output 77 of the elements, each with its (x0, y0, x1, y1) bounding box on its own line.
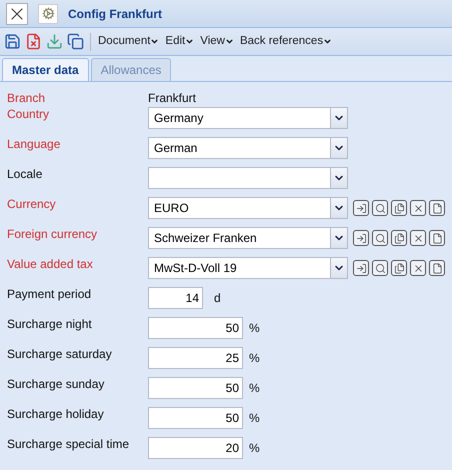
close-button[interactable] (410, 260, 426, 276)
search-icon (374, 232, 386, 244)
copy-button[interactable] (391, 260, 407, 276)
close-icon (412, 232, 424, 244)
close-button[interactable] (410, 230, 426, 246)
field-label: Country (7, 107, 50, 121)
field-label: Surcharge special time (7, 437, 130, 451)
number-field[interactable]: 50 (148, 317, 243, 339)
copy-icon (394, 262, 404, 274)
gears-icon (42, 7, 54, 20)
select-field[interactable] (148, 167, 348, 189)
document-button[interactable] (429, 230, 445, 246)
import-button[interactable] (353, 260, 369, 276)
document-icon (432, 202, 442, 214)
copy-button[interactable] (391, 230, 407, 246)
search-button[interactable] (372, 260, 388, 276)
document-icon (432, 262, 442, 274)
delete-icon[interactable] (25, 33, 42, 50)
select-field[interactable]: MwSt-D-Voll 19 (148, 257, 348, 279)
field-label: Foreign currency (7, 227, 98, 241)
import-button[interactable] (353, 200, 369, 216)
field-label: Language (7, 137, 62, 151)
unit-label: % (249, 380, 260, 397)
field-value: Frankfurt (148, 91, 196, 105)
import-icon (356, 202, 366, 214)
field-label: Surcharge holiday (7, 407, 105, 421)
unit-label: d (214, 290, 221, 307)
field-label: Currency (7, 197, 57, 211)
close-button[interactable] (6, 2, 28, 24)
tab[interactable]: Master data (2, 58, 89, 81)
select-field[interactable]: German (148, 137, 348, 159)
caret-icon (224, 37, 234, 46)
field-label: Branch (7, 91, 46, 105)
menu-button[interactable]: Back references (238, 32, 334, 50)
caret-icon (323, 37, 332, 46)
number-field[interactable]: 25 (148, 347, 243, 369)
menu-button[interactable]: Document (97, 32, 160, 50)
select-field[interactable]: Germany (148, 107, 348, 129)
import-icon (356, 262, 366, 274)
field-label: Payment period (7, 287, 92, 301)
search-button[interactable] (372, 200, 388, 216)
unit-label: % (249, 320, 260, 337)
document-icon (432, 232, 442, 244)
close-icon (412, 262, 424, 274)
document-button[interactable] (429, 260, 445, 276)
unit-label: % (249, 440, 260, 457)
menu-button[interactable]: View (199, 32, 235, 50)
document-button[interactable] (429, 200, 445, 216)
select-field[interactable]: Schweizer Franken (148, 227, 348, 249)
field-label: Surcharge saturday (7, 347, 113, 361)
unit-label: % (249, 410, 260, 427)
number-field[interactable]: 50 (148, 377, 243, 399)
field-label: Locale (7, 167, 44, 181)
import-icon (356, 232, 366, 244)
search-icon (374, 262, 386, 274)
number-field[interactable]: 50 (148, 407, 243, 429)
copy-button[interactable] (391, 200, 407, 216)
field-label: Surcharge night (7, 317, 93, 331)
close-button[interactable] (410, 200, 426, 216)
window-title: Config Frankfurt (68, 6, 162, 22)
import-button[interactable] (353, 230, 369, 246)
select-field[interactable]: EURO (148, 197, 348, 219)
number-field[interactable]: 14 (148, 287, 203, 309)
caret-icon (150, 37, 160, 46)
copy-icon (394, 202, 404, 214)
field-label: Value added tax (7, 257, 94, 271)
unit-label: % (249, 350, 260, 367)
search-button[interactable] (372, 230, 388, 246)
save-icon[interactable] (4, 33, 21, 50)
copy-icon (394, 232, 404, 244)
search-icon (374, 202, 386, 214)
caret-icon (185, 37, 194, 46)
copy-icon[interactable] (67, 33, 84, 50)
menu-button[interactable]: Edit (164, 32, 196, 50)
close-icon (412, 202, 424, 214)
number-field[interactable]: 20 (148, 437, 243, 459)
field-label: Surcharge sunday (7, 377, 106, 391)
